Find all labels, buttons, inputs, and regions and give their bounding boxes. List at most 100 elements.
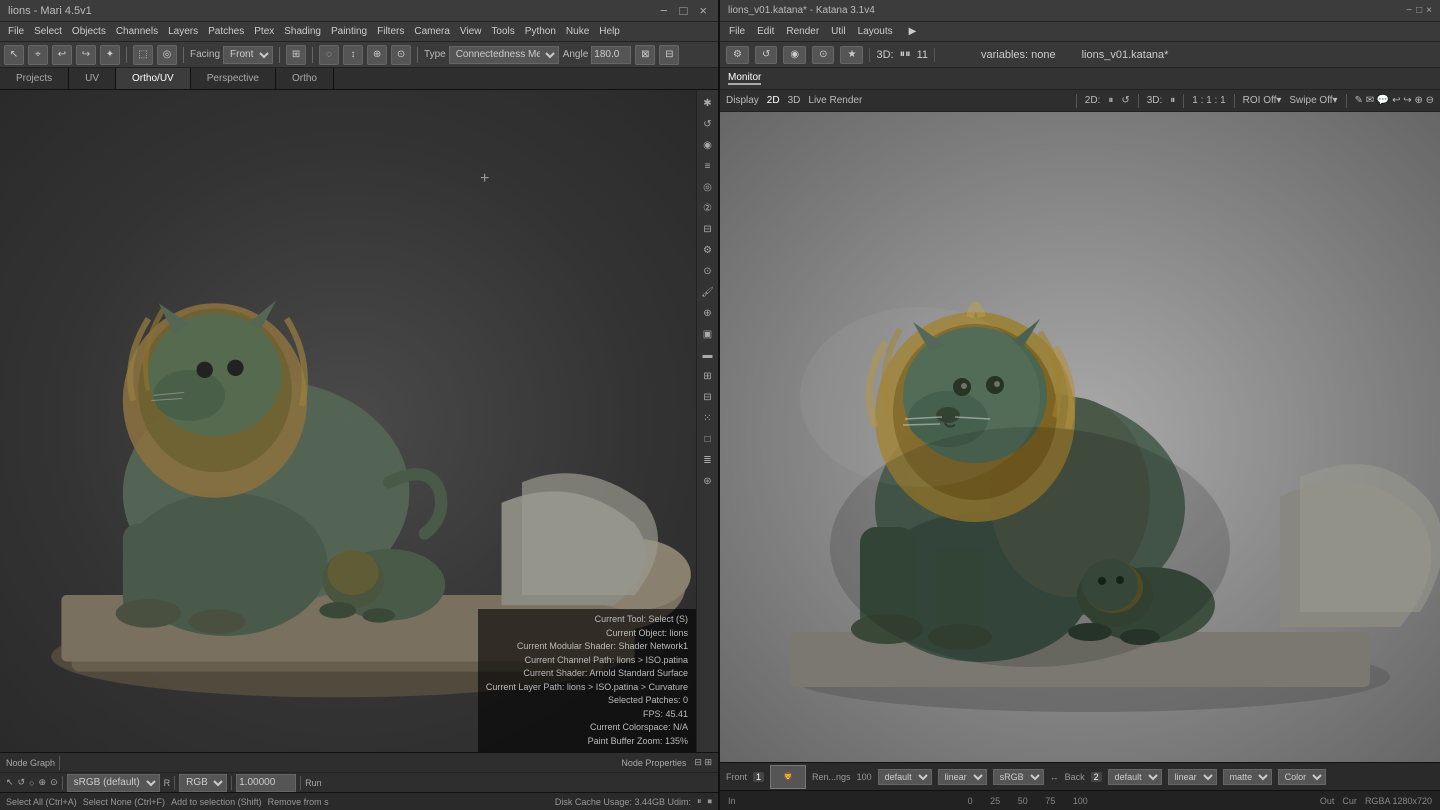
- kmenu-util[interactable]: Util: [826, 26, 850, 37]
- select-none[interactable]: Select None (Ctrl+F): [83, 797, 165, 807]
- katana-maximize-btn[interactable]: □: [1416, 5, 1422, 16]
- rc-refresh-btn[interactable]: ↺: [1121, 95, 1129, 106]
- sidebar-tool-settings[interactable]: ⊛: [699, 472, 717, 490]
- sidebar-tool-gear[interactable]: ⚙: [699, 241, 717, 259]
- menu-painting[interactable]: Painting: [327, 26, 371, 37]
- katana-render-viewport[interactable]: [720, 112, 1440, 762]
- sidebar-tool-dots[interactable]: ⁙: [699, 409, 717, 427]
- toolbar-btn-1[interactable]: ↖: [4, 45, 24, 65]
- angle-input[interactable]: [591, 46, 631, 64]
- k-btn-settings[interactable]: ⊙: [812, 46, 834, 64]
- tab-uv[interactable]: UV: [69, 68, 116, 89]
- rc-swipe-btn[interactable]: Swipe Off▾: [1289, 95, 1337, 106]
- select-all[interactable]: Select All (Ctrl+A): [6, 797, 77, 807]
- tab-ortho-uv[interactable]: Ortho/UV: [116, 68, 191, 89]
- toolbar-btn-7[interactable]: ◎: [157, 45, 177, 65]
- bottom-tool-3[interactable]: ○: [29, 778, 34, 788]
- toolbar-btn-12[interactable]: ⊠: [635, 45, 655, 65]
- toolbar-btn-11[interactable]: ⊙: [391, 45, 411, 65]
- sidebar-tool-tv[interactable]: ▬: [699, 346, 717, 364]
- sidebar-tool-dash[interactable]: ⊟: [699, 220, 717, 238]
- sidebar-tool-brush[interactable]: 🖌: [699, 283, 717, 301]
- tab-projects[interactable]: Projects: [0, 68, 69, 89]
- menu-view[interactable]: View: [456, 26, 486, 37]
- rc-2d[interactable]: 2D: [767, 95, 780, 106]
- sidebar-tool-lines[interactable]: ≣: [699, 451, 717, 469]
- k-srgb-select[interactable]: sRGB: [993, 769, 1044, 785]
- katana-minimize-btn[interactable]: −: [1406, 5, 1412, 16]
- sidebar-tool-square[interactable]: □: [699, 430, 717, 448]
- run-label[interactable]: Run: [305, 778, 322, 788]
- remove-from-s[interactable]: Remove from s: [268, 797, 329, 807]
- k-btn-star[interactable]: ★: [840, 46, 863, 64]
- menu-layers[interactable]: Layers: [164, 26, 202, 37]
- kmenu-arrow[interactable]: ▶: [904, 26, 922, 37]
- sidebar-tool-history[interactable]: ↺: [699, 115, 717, 133]
- sidebar-tool-2[interactable]: ②: [699, 199, 717, 217]
- mari-maximize-btn[interactable]: □: [677, 3, 691, 18]
- toolbar-btn-3[interactable]: ↩: [52, 45, 72, 65]
- node-graph-label[interactable]: Node Graph: [6, 758, 55, 768]
- mari-close-btn[interactable]: ×: [696, 3, 710, 18]
- kmenu-layouts[interactable]: Layouts: [853, 26, 898, 37]
- menu-select[interactable]: Select: [30, 26, 66, 37]
- menu-channels[interactable]: Channels: [112, 26, 162, 37]
- mari-3d-viewport[interactable]: + Current Tool: Select (S) Current Objec…: [0, 90, 696, 752]
- menu-patches[interactable]: Patches: [204, 26, 248, 37]
- toolbar-btn-8[interactable]: ◌: [319, 45, 339, 65]
- sidebar-tool-asterisk[interactable]: ✱: [699, 94, 717, 112]
- toolbar-btn-4[interactable]: ↪: [76, 45, 96, 65]
- rc-live[interactable]: Live Render: [808, 95, 862, 106]
- menu-ptex[interactable]: Ptex: [250, 26, 278, 37]
- k-default-select[interactable]: default: [878, 769, 932, 785]
- sidebar-tool-pin[interactable]: ◎: [699, 178, 717, 196]
- k-linear-select[interactable]: linear: [938, 769, 987, 785]
- toolbar-btn-5[interactable]: ✦: [100, 45, 120, 65]
- rc-pause-btn[interactable]: ⏸: [1108, 95, 1113, 106]
- node-properties-label[interactable]: Node Properties: [621, 758, 686, 768]
- k-linear2-select[interactable]: linear: [1168, 769, 1217, 785]
- k-btn-gear[interactable]: ⚙: [726, 46, 749, 64]
- toolbar-btn-13[interactable]: ⊟: [659, 45, 679, 65]
- bottom-tool-5[interactable]: ⊙: [50, 777, 58, 788]
- rc-pause2-btn[interactable]: ⏸: [1170, 95, 1175, 106]
- menu-filters[interactable]: Filters: [373, 26, 408, 37]
- kmenu-file[interactable]: File: [724, 26, 750, 37]
- toolbar-btn-9[interactable]: ↕: [343, 45, 363, 65]
- toolbar-btn-grid[interactable]: ⊞: [286, 45, 306, 65]
- menu-file[interactable]: File: [4, 26, 28, 37]
- menu-tools[interactable]: Tools: [487, 26, 518, 37]
- sidebar-tool-circle[interactable]: ⊙: [699, 262, 717, 280]
- tab-perspective[interactable]: Perspective: [191, 68, 276, 89]
- k-color-select[interactable]: Color: [1278, 769, 1326, 785]
- type-select[interactable]: Connectedness Mesh: [449, 46, 559, 64]
- rc-icons[interactable]: ✎ ✉ 💬 ↩ ↪ ⊕ ⊖: [1355, 95, 1434, 106]
- monitor-tab[interactable]: Monitor: [728, 72, 761, 85]
- add-to-selection[interactable]: Add to selection (Shift): [171, 797, 262, 807]
- rc-3d[interactable]: 3D: [788, 95, 801, 106]
- sidebar-tool-layer[interactable]: ⊞: [699, 367, 717, 385]
- facing-select[interactable]: Front: [223, 46, 273, 64]
- kmenu-render[interactable]: Render: [781, 26, 824, 37]
- sidebar-tool-zoom[interactable]: ⊕: [699, 304, 717, 322]
- tab-ortho[interactable]: Ortho: [276, 68, 334, 89]
- k-btn-refresh[interactable]: ↺: [755, 46, 777, 64]
- mari-minimize-btn[interactable]: −: [657, 3, 671, 18]
- menu-python[interactable]: Python: [521, 26, 560, 37]
- k-btn-eye[interactable]: ◉: [783, 46, 806, 64]
- katana-close-btn[interactable]: ×: [1426, 5, 1432, 16]
- sidebar-tool-grid[interactable]: ⊟: [699, 388, 717, 406]
- menu-help[interactable]: Help: [595, 26, 624, 37]
- pause-btn[interactable]: ⏸: [697, 796, 702, 807]
- sidebar-tool-list[interactable]: ≡: [699, 157, 717, 175]
- toolbar-btn-6[interactable]: ⬚: [133, 45, 153, 65]
- rgb-select[interactable]: RGB: [179, 774, 227, 792]
- value-input[interactable]: [236, 774, 296, 792]
- bottom-tool-1[interactable]: ↖: [6, 777, 14, 788]
- menu-nuke[interactable]: Nuke: [562, 26, 593, 37]
- sidebar-tool-frame[interactable]: ▣: [699, 325, 717, 343]
- toolbar-btn-2[interactable]: ⌖: [28, 45, 48, 65]
- k-matte-select[interactable]: matte: [1223, 769, 1272, 785]
- kmenu-edit[interactable]: Edit: [752, 26, 779, 37]
- k-pause[interactable]: ⏸⏸: [900, 48, 911, 61]
